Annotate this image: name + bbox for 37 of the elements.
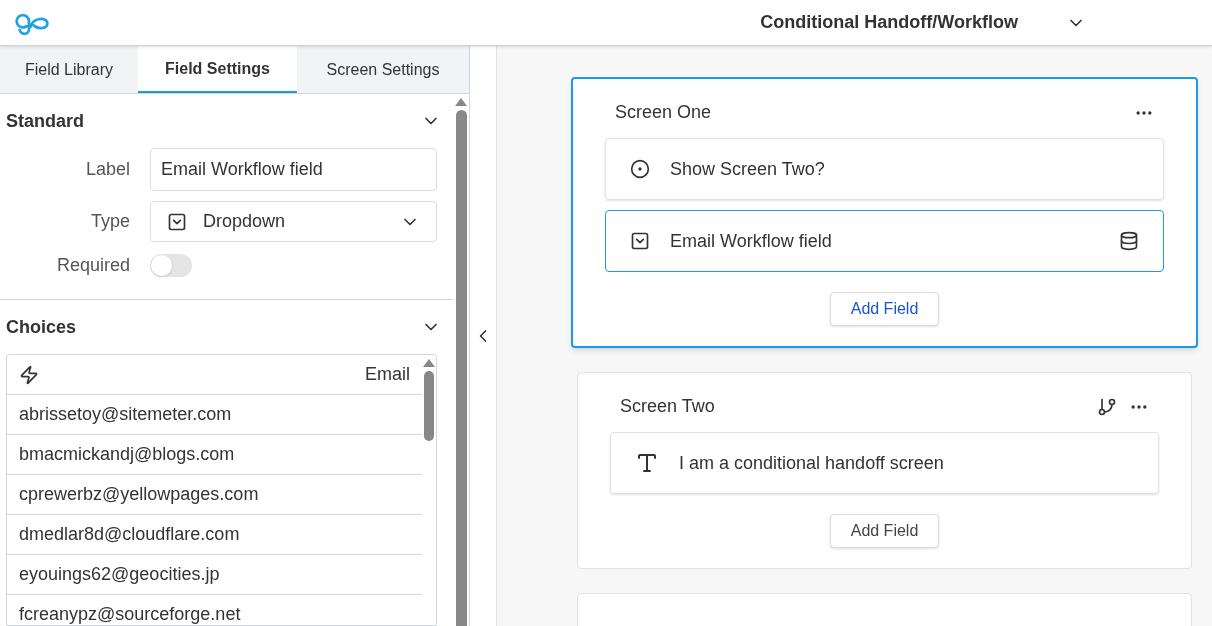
field-item[interactable]: I am a conditional handoff screen: [610, 432, 1159, 494]
workflow-title[interactable]: Conditional Handoff/Workflow: [760, 9, 1018, 36]
field-label: Email Workflow field: [670, 229, 833, 253]
tab[interactable]: Field Settings: [138, 46, 297, 93]
choice-row[interactable]: abrissetoy@sitemeter.com: [7, 395, 422, 435]
choice-row[interactable]: bmacmickandj@blogs.com: [7, 435, 422, 475]
choice-row[interactable]: dmedlar8d@cloudflare.com: [7, 515, 422, 555]
choice-row[interactable]: cprewerbz@yellowpages.com: [7, 475, 422, 515]
label-input[interactable]: Email Workflow field: [150, 148, 437, 191]
screen-card[interactable]: Screen One Show Screen Two? Email Workflow field Add Field: [571, 77, 1198, 348]
add-field-button[interactable]: Add Field: [829, 292, 940, 326]
field-label: I am a conditional handoff screen: [679, 451, 945, 475]
field-caption: Type: [89, 210, 130, 233]
screen-title: Screen One: [615, 101, 712, 124]
dropdown-icon: [167, 211, 187, 232]
radio-icon: [630, 159, 650, 179]
dropdown-icon: [630, 231, 650, 251]
section-title: Standard: [6, 109, 84, 133]
tab[interactable]: Field Library: [0, 46, 138, 93]
field-caption: Label: [84, 158, 130, 181]
screen-card[interactable]: Screen Two I am a conditional handoff screen Add Field: [577, 372, 1192, 569]
field-caption: Required: [55, 254, 130, 277]
column-header: Email: [365, 363, 410, 386]
text-icon: [635, 451, 659, 475]
field-item[interactable]: Email Workflow field: [605, 210, 1164, 272]
screen-title: Screen Two: [620, 395, 715, 418]
section-title: Choices: [6, 315, 77, 339]
required-toggle[interactable]: [150, 254, 192, 277]
branch-icon[interactable]: [1097, 396, 1117, 417]
tab[interactable]: Screen Settings: [297, 46, 469, 93]
field-label: Show Screen Two?: [670, 157, 826, 181]
lightning-icon[interactable]: [19, 364, 39, 385]
choice-row[interactable]: eyouings62@geocities.jp: [7, 555, 422, 595]
add-field-button[interactable]: Add Field: [829, 514, 940, 548]
choice-row[interactable]: fcreanypz@sourceforge.net: [7, 595, 422, 625]
field-item[interactable]: Show Screen Two?: [605, 138, 1164, 200]
type-select[interactable]: Dropdown: [150, 201, 437, 242]
